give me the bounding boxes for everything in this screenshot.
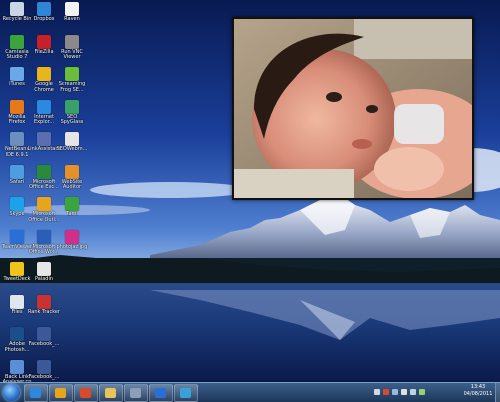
desktop-shortcut[interactable]: Facebook_...	[27, 359, 61, 381]
taskbar-chrome[interactable]	[74, 384, 98, 402]
taskbar-chrome-icon	[80, 388, 91, 398]
outlook-icon	[37, 197, 51, 211]
photoshop-icon	[10, 327, 24, 341]
taskbar-outlook-icon	[155, 388, 166, 398]
tray-battery-icon[interactable]	[419, 389, 425, 395]
taskbar-app-icon	[130, 388, 141, 398]
linkassistant-icon	[37, 132, 51, 146]
photo-viewer-window[interactable]	[232, 17, 474, 200]
clock[interactable]: 13:43 04/08/2011	[458, 384, 498, 398]
seo-spyglass-icon	[65, 99, 79, 114]
desktop-shortcut-label: Facebook_...	[28, 373, 60, 380]
desktop-shortcut-label: Run VNC Viewer	[61, 48, 83, 61]
desktop-shortcut-label: Tami	[66, 211, 78, 217]
facebook-file-icon	[37, 327, 51, 341]
desktop-shortcut-label: Paladin	[34, 276, 54, 282]
clock-time: 13:43	[470, 384, 486, 390]
paladin-icon	[37, 262, 51, 276]
backlink-icon	[10, 359, 24, 374]
desktop-shortcut[interactable]: Tami	[55, 197, 89, 218]
vnc-icon	[65, 34, 79, 49]
desktop-shortcut-label: Rank Tracker	[27, 308, 61, 315]
desktop-shortcut-label: Screaming Frog SE...	[58, 81, 86, 93]
start-button[interactable]	[3, 384, 20, 401]
netbeans-icon	[10, 132, 24, 146]
taskbar-app[interactable]	[124, 384, 148, 402]
desktop-shortcut[interactable]: WebSite Auditor	[55, 164, 89, 191]
rank-tracker-icon	[37, 294, 51, 309]
tray-flag-icon[interactable]	[401, 389, 407, 395]
website-auditor-icon	[65, 164, 79, 179]
desktop-shortcut[interactable]: Rank Tracker	[27, 294, 61, 316]
tweetdeck-icon	[10, 262, 24, 276]
tami-icon	[65, 197, 79, 211]
desktop-shortcut-label: Raven	[64, 16, 80, 22]
taskbar-ie[interactable]	[24, 384, 48, 402]
desktop-shortcut[interactable]: SEOWebm...	[55, 132, 89, 153]
files-icon	[10, 294, 24, 309]
safari-icon	[10, 164, 24, 179]
desktop-shortcut[interactable]: Screaming Frog SE...	[55, 67, 89, 93]
desktop-shortcut-label: SEO SpyGlass	[60, 113, 84, 126]
desktop-shortcut[interactable]: Raven	[55, 2, 89, 23]
desktop-shortcut-label: SEOWebm...	[56, 146, 88, 152]
chrome-icon	[37, 67, 51, 81]
dropbox-icon	[37, 2, 51, 16]
desktop-shortcut[interactable]: Run VNC Viewer	[55, 34, 89, 61]
filezilla-icon	[37, 34, 51, 49]
desktop-shortcut[interactable]: SEO SpyGlass	[55, 99, 89, 126]
desktop-shortcut-label: WebSite Auditor	[61, 178, 83, 191]
skype-icon	[10, 197, 24, 211]
excel-icon	[37, 164, 51, 179]
ie-icon	[37, 99, 51, 114]
desktop-shortcut-label: Facebook_...	[28, 341, 60, 347]
baby-photo	[234, 19, 472, 198]
facebook-file-2-icon	[37, 359, 51, 374]
word-icon	[37, 229, 51, 244]
desktop-shortcut[interactable]: photojaz.jpg	[55, 229, 89, 251]
camtasia-icon	[10, 34, 24, 49]
taskbar-explorer-icon	[105, 388, 116, 398]
desktop: Recycle Bin Camtasia Studio 7 iTunes Mozill…	[0, 0, 500, 382]
tray-arrow-icon[interactable]	[374, 389, 380, 395]
desktop-shortcut-label: photojaz.jpg	[56, 243, 88, 250]
show-desktop-button[interactable]	[495, 383, 500, 402]
tray-app-icon[interactable]	[383, 389, 389, 395]
taskbar-app-2-icon	[180, 388, 191, 398]
tray-volume-icon[interactable]	[410, 389, 416, 395]
teamviewer-icon	[10, 229, 24, 244]
tray-network-icon[interactable]	[392, 389, 398, 395]
clock-date: 04/08/2011	[463, 391, 493, 397]
taskbar-media-icon	[55, 388, 66, 398]
screaming-frog-icon	[65, 67, 79, 81]
taskbar: 13:43 04/08/2011	[0, 382, 500, 402]
photo-file-icon	[65, 229, 79, 244]
desktop-shortcut[interactable]: Paladin	[27, 262, 61, 283]
taskbar-media[interactable]	[49, 384, 73, 402]
taskbar-outlook[interactable]	[149, 384, 173, 402]
taskbar-app-2[interactable]	[174, 384, 198, 402]
firefox-icon	[10, 99, 24, 114]
taskbar-explorer[interactable]	[99, 384, 123, 402]
itunes-icon	[10, 67, 24, 81]
taskbar-ie-icon	[30, 388, 41, 398]
seowebmaster-icon	[65, 132, 79, 146]
desktop-shortcut[interactable]: Facebook_...	[27, 327, 61, 348]
recycle-bin-icon	[10, 2, 24, 16]
raven-icon	[65, 2, 79, 16]
